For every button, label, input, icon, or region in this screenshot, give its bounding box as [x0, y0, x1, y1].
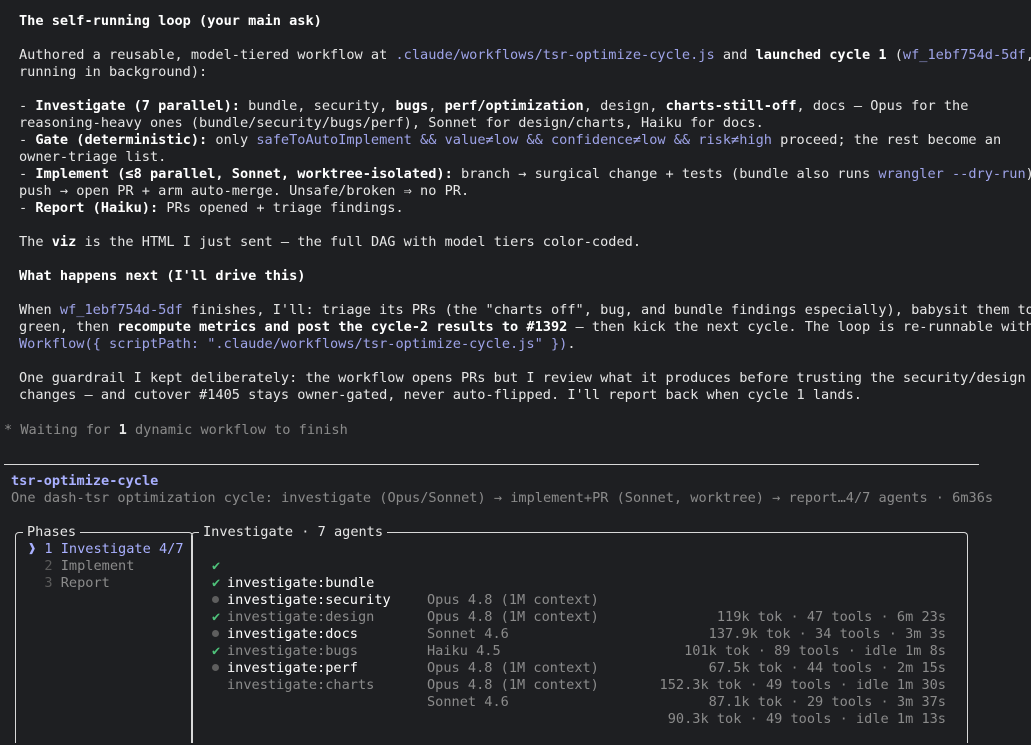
bullet-investigate: - Investigate (7 parallel): bundle, secu… [19, 98, 969, 114]
workflow-id-link-2[interactable]: wf_1ebf754d-5df [60, 302, 183, 318]
agent-row-design[interactable]: investigate:design Sonnet 4.6 101k tok ·… [212, 575, 957, 659]
workflow-description: One dash-tsr optimization cycle: investi… [11, 490, 994, 506]
section-heading: The self-running loop (your main ask) [19, 13, 322, 29]
agent-row-security[interactable]: ✔ investigate:security Opus 4.8 (1M cont… [212, 558, 957, 642]
agent-row-bugs[interactable]: investigate:bugs Opus 4.8 (1M context) 1… [212, 609, 957, 693]
agent-row-charts[interactable]: investigate:charts Sonnet 4.6 90.3k tok … [212, 643, 957, 727]
chevron-right-icon: ❱ [28, 541, 37, 557]
bullet-implement: - Implement (≤8 parallel, Sonnet, worktr… [19, 166, 1031, 182]
assistant-message: The self-running loop (your main ask) Au… [19, 13, 1031, 403]
bullet-gate: - Gate (deterministic): only safeToAutoI… [19, 132, 1002, 148]
spinner-icon: * [4, 422, 13, 438]
bullet-report: - Report (Haiku): PRs opened + triage fi… [19, 200, 404, 216]
phase-investigate[interactable]: ❱ 1 Investigate 4/7 [28, 541, 184, 558]
investigate-panel: Investigate · 7 agents ✔ investigate:bun… [191, 524, 968, 743]
paragraph-viz: The viz is the HTML I just sent — the fu… [19, 234, 642, 250]
section-heading-next: What happens next (I'll drive this) [19, 268, 306, 284]
status-waiting: * Waiting for 1 dynamic workflow to fini… [4, 422, 348, 438]
workflow-call-code: Workflow({ scriptPath: ".claude/workflow… [19, 336, 568, 352]
agent-row-perf[interactable]: ✔ investigate:perf Opus 4.8 (1M context)… [212, 626, 957, 710]
phase-implement[interactable]: 2 Implement [28, 558, 134, 575]
workflow-name: tsr-optimize-cycle [11, 473, 159, 489]
agent-row-docs[interactable]: ✔ investigate:docs Haiku 4.5 67.5k tok ·… [212, 592, 957, 676]
phase-report[interactable]: 3 Report [28, 575, 109, 592]
divider [4, 464, 979, 465]
investigate-title: Investigate · 7 agents [199, 524, 388, 541]
dot-icon [212, 660, 219, 677]
paragraph-intro: Authored a reusable, model-tiered workfl… [19, 47, 1031, 63]
paragraph-guardrail: One guardrail I kept deliberately: the w… [19, 370, 1026, 386]
paragraph-next: When wf_1ebf754d-5df finishes, I'll: tri… [19, 302, 1031, 318]
phases-title: Phases [23, 524, 81, 541]
workflow-path[interactable]: .claude/workflows/tsr-optimize-cycle.js [395, 47, 714, 63]
phases-panel: Phases ❱ 1 Investigate 4/7 2 Implement 3… [15, 524, 193, 743]
agent-row-bundle[interactable]: ✔ investigate:bundle Opus 4.8 (1M contex… [212, 541, 957, 625]
workflow-id-link[interactable]: wf_1ebf754d-5df [903, 47, 1026, 63]
